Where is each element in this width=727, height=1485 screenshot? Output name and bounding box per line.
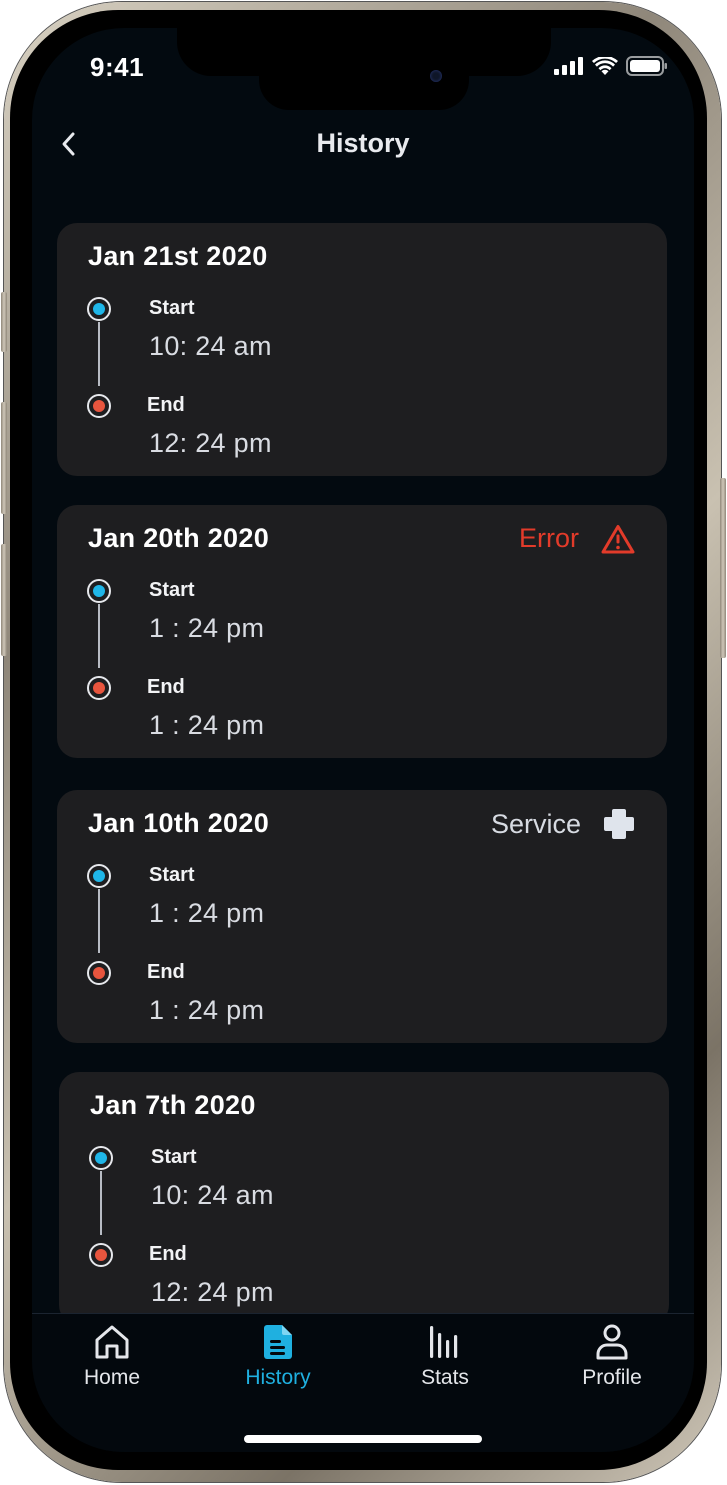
header: History [32, 120, 694, 170]
service-tag-label: Service [490, 808, 581, 839]
home-icon [95, 1325, 129, 1359]
card-date: Jan 21st 2020 [88, 241, 268, 271]
person-icon [596, 1324, 628, 1360]
front-camera [430, 70, 442, 82]
tab-history-label: History [245, 1366, 311, 1389]
document-icon [264, 1325, 292, 1359]
start-label: Start [149, 864, 195, 886]
power-button [720, 478, 726, 658]
warning-triangle-icon [601, 524, 635, 553]
end-time: 12: 24 pm [149, 428, 272, 458]
mute-switch [1, 292, 7, 352]
start-time: 1 : 24 pm [149, 898, 265, 928]
start-dot [87, 297, 111, 321]
cellular-signal-icon [554, 57, 583, 75]
volume-down-button [1, 544, 7, 656]
history-card[interactable]: Jan 7th 2020 Start 10: 24 am End 12: 24 … [59, 1072, 669, 1313]
error-tag-label: Error [519, 523, 579, 553]
card-date: Jan 20th 2020 [88, 523, 270, 553]
tab-home-label: Home [83, 1366, 141, 1389]
tab-stats-label: Stats [421, 1366, 469, 1389]
start-label: Start [149, 579, 195, 601]
tab-profile[interactable]: Profile [552, 1324, 672, 1390]
bar-chart-icon [430, 1326, 458, 1358]
timeline-line [100, 1171, 102, 1235]
sensor-housing [259, 58, 469, 110]
end-label: End [147, 676, 185, 698]
start-time: 1 : 24 pm [149, 613, 265, 643]
start-dot [89, 1146, 113, 1170]
end-time: 1 : 24 pm [149, 995, 265, 1025]
page-title: History [316, 128, 410, 158]
start-time: 10: 24 am [151, 1180, 274, 1210]
tab-bar: Home History Stats Profile [32, 1313, 694, 1452]
start-label: Start [151, 1146, 197, 1168]
timeline-line [98, 322, 100, 386]
timeline-line [98, 604, 100, 668]
start-dot [87, 579, 111, 603]
status-time: 9:41 [90, 52, 145, 82]
end-time: 1 : 24 pm [149, 710, 265, 740]
history-list[interactable]: Jan 21st 2020 Start 10: 24 am End 12: 24… [32, 223, 694, 1313]
tab-profile-label: Profile [582, 1366, 642, 1389]
card-date: Jan 7th 2020 [90, 1090, 256, 1120]
history-card[interactable]: Jan 21st 2020 Start 10: 24 am End 12: 24… [57, 223, 667, 476]
wifi-icon [592, 56, 618, 75]
plus-cross-icon [604, 809, 634, 839]
end-dot [87, 394, 111, 418]
start-dot [87, 864, 111, 888]
end-label: End [147, 961, 185, 983]
service-tag[interactable]: Service [491, 808, 635, 840]
timeline-line [98, 889, 100, 953]
end-label: End [149, 1243, 187, 1265]
tab-stats[interactable]: Stats [385, 1324, 505, 1390]
error-tag[interactable]: Error [519, 523, 635, 554]
tab-home[interactable]: Home [52, 1324, 172, 1390]
end-label: End [147, 394, 185, 416]
tab-history[interactable]: History [218, 1324, 338, 1390]
start-time: 10: 24 am [149, 331, 272, 361]
home-indicator[interactable] [244, 1435, 482, 1443]
screen: 9:41 History Jan 21st 2020 Start 10: 24 … [32, 28, 694, 1452]
card-date: Jan 10th 2020 [88, 808, 270, 838]
history-card[interactable]: Jan 10th 2020 Service Start 1 : 24 pm En… [57, 790, 667, 1043]
volume-up-button [1, 402, 7, 514]
end-dot [87, 961, 111, 985]
status-icons [554, 56, 668, 76]
history-card[interactable]: Jan 20th 2020 Error Start 1 : 24 pm End … [57, 505, 667, 758]
battery-icon [626, 56, 667, 76]
end-time: 12: 24 pm [151, 1277, 274, 1307]
start-label: Start [149, 297, 195, 319]
end-dot [89, 1243, 113, 1267]
end-dot [87, 676, 111, 700]
